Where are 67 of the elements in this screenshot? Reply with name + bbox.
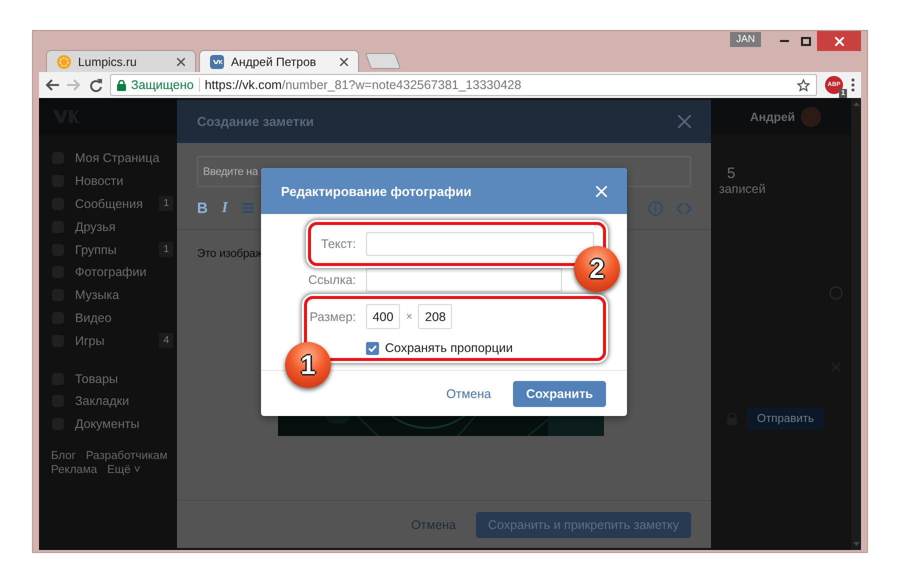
modal-title: Создание заметки: [197, 114, 314, 129]
address-bar[interactable]: Защищено https://vk.com/number_81?w=note432567381_13330428: [110, 74, 817, 96]
cancel-link[interactable]: Отмена: [446, 386, 492, 400]
field-label: Ссылка:: [307, 273, 356, 287]
post-count: 5: [726, 165, 736, 182]
note-text: Это изображ: [197, 248, 263, 260]
menu-icon[interactable]: [851, 78, 855, 92]
count-badge: 1: [159, 242, 173, 258]
close-icon[interactable]: [177, 58, 185, 66]
tab-title: Lumpics.ru: [78, 54, 138, 68]
bold-button[interactable]: B: [197, 200, 208, 216]
star-icon[interactable]: [797, 78, 810, 92]
minimize-icon: [780, 40, 788, 42]
footer-link[interactable]: Ещё ˅: [107, 464, 141, 476]
url-text: https://vk.com/number_81?w=note432567381_13330428: [204, 78, 522, 92]
new-tab-button[interactable]: [365, 53, 401, 69]
sidebar-link[interactable]: Друзья: [75, 220, 177, 234]
close-icon: [834, 36, 844, 46]
sidebar-link[interactable]: Закладки: [75, 394, 177, 408]
sidebar-link[interactable]: Новости: [75, 174, 177, 188]
maximize-icon: [801, 36, 811, 46]
close-button[interactable]: [817, 31, 861, 51]
sidebar-link[interactable]: Товары: [75, 372, 177, 386]
security-label: Защищено: [131, 78, 194, 92]
sidebar-link[interactable]: Документы: [75, 417, 177, 432]
site-logo-icon: [57, 54, 71, 68]
field-label: Текст:: [320, 237, 356, 251]
link-field[interactable]: [366, 268, 562, 292]
back-icon[interactable]: [45, 79, 59, 91]
times-sign: ×: [406, 310, 412, 322]
italic-button[interactable]: I: [222, 200, 228, 216]
dialog-title: Редактирование фотографии: [281, 184, 472, 198]
forward-icon[interactable]: [67, 79, 81, 91]
footer-link[interactable]: Блог: [51, 450, 76, 462]
scroll-down-icon[interactable]: [852, 542, 860, 546]
sidebar-link[interactable]: Видео: [75, 310, 177, 325]
footer-link[interactable]: Разработчикам: [86, 450, 168, 462]
sidebar-link[interactable]: Музыка: [75, 288, 177, 302]
user-name[interactable]: Андрей: [750, 110, 795, 124]
sidebar-link[interactable]: Группы: [75, 242, 150, 257]
sidebar-link[interactable]: Моя Страница: [75, 151, 177, 166]
count-badge: 1: [159, 196, 173, 212]
footer-link[interactable]: Реклама: [51, 464, 98, 476]
width-field[interactable]: 400: [366, 304, 400, 329]
vk-logo-icon: [210, 54, 224, 68]
field-label: Размер:: [308, 310, 356, 324]
send-button[interactable]: Отправить: [747, 408, 824, 430]
count-badge: 4: [159, 333, 173, 348]
checkmark-icon: [368, 344, 377, 352]
checkbox-label: Сохранять пропорции: [385, 341, 513, 355]
sidebar-link[interactable]: Игры: [75, 334, 150, 348]
height-field[interactable]: 208: [418, 304, 452, 329]
sidebar-link[interactable]: Сообщения: [75, 196, 150, 211]
profile-badge[interactable]: JAN: [730, 32, 761, 47]
tab-title: Андрей Петров: [231, 54, 318, 68]
reload-icon[interactable]: [89, 78, 102, 92]
title-placeholder: Введите на: [203, 166, 258, 178]
text-field[interactable]: [366, 232, 594, 256]
lock-icon: [117, 80, 126, 90]
scroll-up-icon[interactable]: [852, 102, 860, 106]
close-icon[interactable]: [340, 58, 348, 66]
checkbox[interactable]: [366, 342, 379, 354]
browser-tab[interactable]: Андрей Петров: [199, 50, 359, 72]
save-button[interactable]: Сохранить: [513, 380, 606, 406]
browser-tab[interactable]: Lumpics.ru: [46, 50, 196, 72]
sidebar-link[interactable]: Фотографии: [75, 265, 177, 280]
post-count-label: записей: [719, 182, 766, 196]
